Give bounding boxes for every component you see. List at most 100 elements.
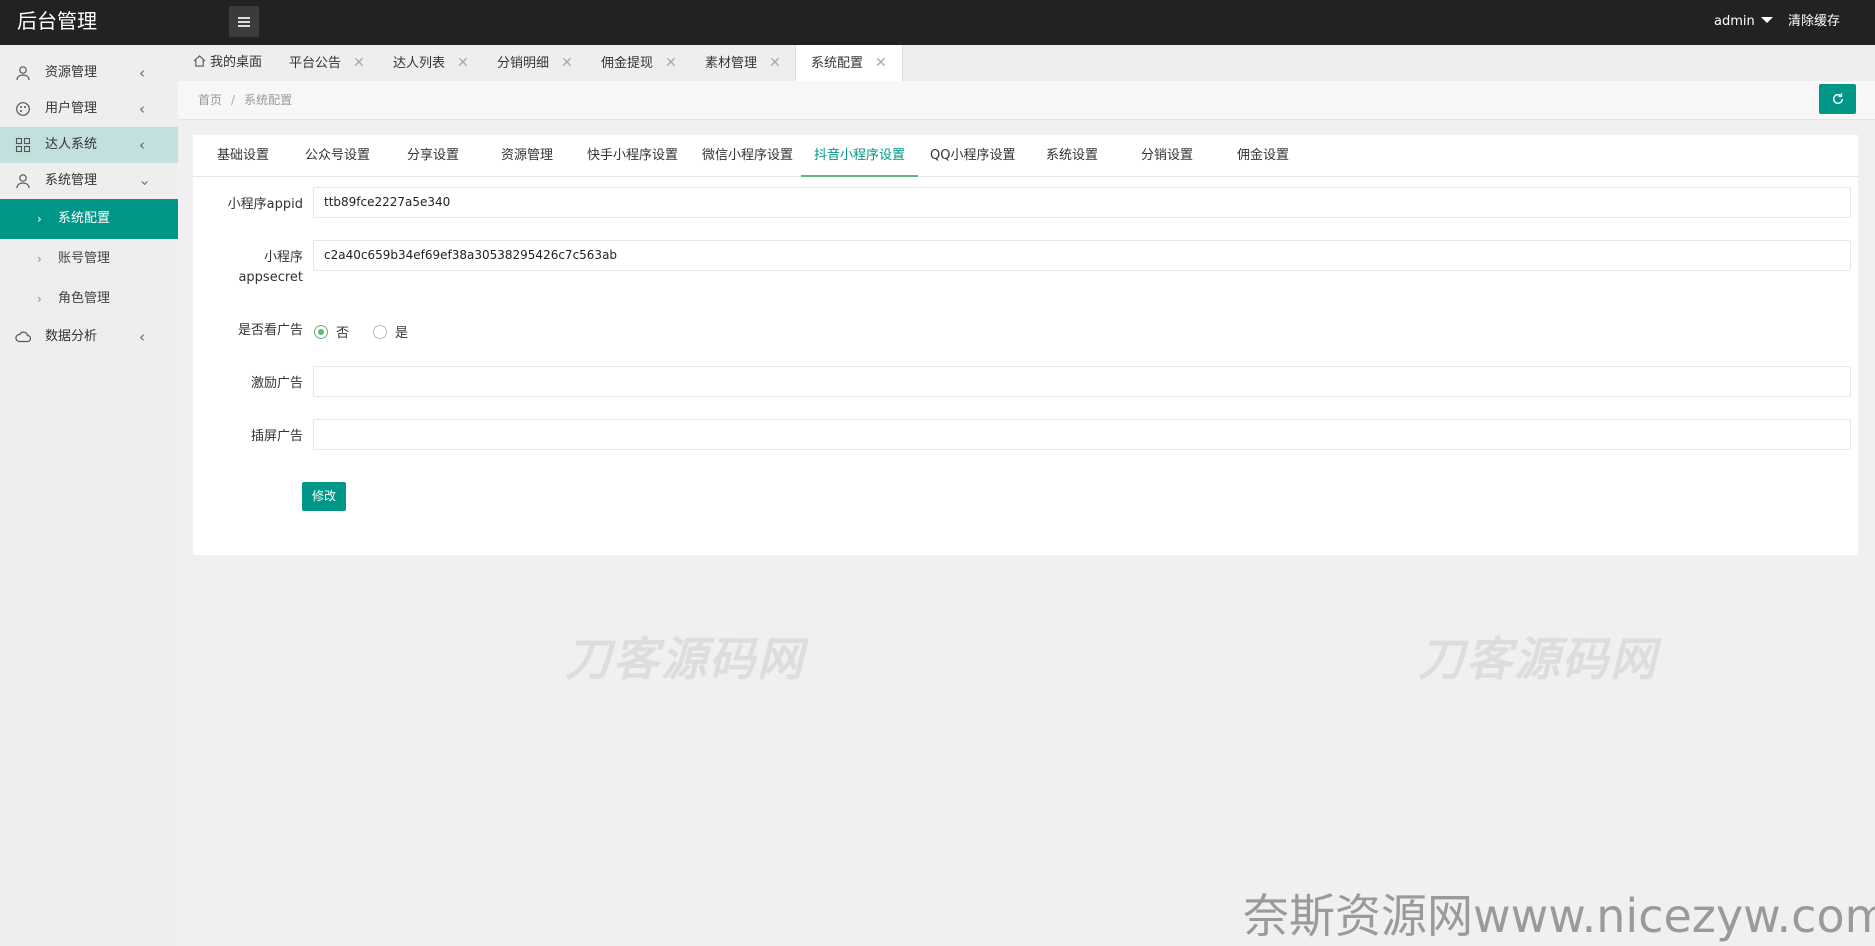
sidebar-item-label: 用户管理: [45, 101, 98, 116]
breadcrumb-current: 系统配置: [244, 93, 293, 107]
user-icon: [16, 174, 30, 189]
watermark: 刀客源码网: [1418, 632, 1658, 686]
appsecret-label: 小程序 appsecret: [193, 248, 303, 288]
chevron-left-icon: ‹: [139, 136, 145, 154]
clear-cache-link[interactable]: 清除缓存: [1788, 0, 1840, 43]
tab-label: 素材管理: [705, 56, 758, 71]
watch-ad-radio-no[interactable]: 否: [314, 324, 349, 344]
config-tab-resources[interactable]: 资源管理: [501, 135, 553, 177]
radio-label: 是: [395, 326, 409, 341]
chevron-left-icon: ‹: [139, 328, 145, 346]
breadcrumb-bar: 首页 / 系统配置: [178, 81, 1875, 120]
sidebar-subitem-accounts[interactable]: › 账号管理: [0, 239, 178, 279]
home-icon: [193, 55, 206, 67]
close-icon[interactable]: ✕: [457, 55, 469, 71]
appid-label: 小程序appid: [227, 197, 303, 212]
sidebar-subitem-label: 系统配置: [58, 211, 111, 226]
config-tab-system[interactable]: 系统设置: [1046, 135, 1098, 177]
chevron-down-icon: ‹: [135, 180, 153, 186]
chevron-left-icon: ‹: [139, 100, 145, 118]
sidebar-item-system[interactable]: 系统管理 ‹: [0, 163, 178, 199]
config-tab-wechat[interactable]: 微信小程序设置: [702, 135, 793, 177]
tab-label: 达人列表: [393, 56, 446, 71]
corner-watermark: 奈斯资源网www.nicezyw.com: [1243, 889, 1875, 943]
menu-toggle-icon[interactable]: [229, 6, 259, 37]
appid-input[interactable]: ttb89fce2227a5e340: [313, 187, 1851, 218]
refresh-button[interactable]: [1819, 84, 1856, 114]
sidebar-subitem-roles[interactable]: › 角色管理: [0, 279, 178, 319]
reward-ad-input[interactable]: [313, 366, 1851, 397]
sidebar-item-users[interactable]: 用户管理 ‹: [0, 91, 178, 127]
config-tab-distribution[interactable]: 分销设置: [1141, 135, 1193, 177]
tab-commission-withdrawal[interactable]: 佣金提现 ✕: [601, 45, 677, 81]
tab-announcements[interactable]: 平台公告 ✕: [289, 45, 365, 81]
appsecret-label-line2: appsecret: [238, 270, 303, 285]
user-menu[interactable]: admin: [1714, 0, 1773, 43]
config-tab-kuaishou[interactable]: 快手小程序设置: [587, 135, 678, 177]
breadcrumb-home[interactable]: 首页: [198, 93, 222, 107]
config-tab-basic[interactable]: 基础设置: [217, 135, 269, 177]
sidebar-item-label: 系统管理: [45, 173, 98, 188]
breadcrumb-separator: /: [231, 93, 236, 107]
tab-label: 我的桌面: [210, 55, 263, 70]
sidebar-subitem-system-config[interactable]: › 系统配置: [0, 199, 178, 239]
close-icon[interactable]: ✕: [665, 55, 677, 71]
reward-ad-label: 激励广告: [250, 376, 303, 391]
interstitial-ad-input[interactable]: [313, 419, 1851, 450]
cloud-icon: [15, 331, 31, 343]
tab-distribution-detail[interactable]: 分销明细 ✕: [497, 45, 573, 81]
sidebar-item-label: 达人系统: [45, 137, 98, 152]
appsecret-input[interactable]: c2a40c659b34ef69ef38a30538295426c7c563ab: [313, 240, 1851, 271]
user-name: admin: [1714, 14, 1755, 29]
caret-down-icon: [1760, 17, 1773, 23]
config-tab-commission[interactable]: 佣金设置: [1237, 135, 1289, 177]
radio-label: 否: [336, 326, 350, 341]
page-tabs: 我的桌面 平台公告 ✕ 达人列表 ✕ 分销明细 ✕ 佣金提现 ✕ 素材管理 ✕ 系统配置 ✕: [178, 45, 1875, 81]
close-icon[interactable]: ✕: [875, 55, 887, 71]
watch-ad-radio-yes[interactable]: 是: [373, 324, 408, 344]
interstitial-ad-label: 插屏广告: [250, 429, 303, 444]
config-tab-share[interactable]: 分享设置: [407, 135, 459, 177]
tab-materials[interactable]: 素材管理 ✕: [705, 45, 781, 81]
chevron-right-icon: ›: [37, 212, 42, 226]
breadcrumb: 首页 / 系统配置: [198, 81, 292, 119]
submit-button[interactable]: 修改: [302, 482, 346, 511]
tab-system-config[interactable]: 系统配置 ✕: [795, 45, 903, 81]
tab-label: 系统配置: [811, 56, 864, 71]
config-tab-douyin[interactable]: 抖音小程序设置: [801, 135, 919, 177]
grid-icon: [15, 137, 31, 153]
config-panel: 基础设置 公众号设置 分享设置 资源管理 快手小程序设置 微信小程序设置 抖音小…: [193, 135, 1858, 555]
watch-ad-label: 是否看广告: [237, 323, 303, 338]
tab-label: 佣金提现: [601, 56, 654, 71]
close-icon[interactable]: ✕: [353, 55, 365, 71]
config-tab-qq[interactable]: QQ小程序设置: [930, 135, 1015, 177]
sidebar-item-analytics[interactable]: 数据分析 ‹: [0, 319, 178, 355]
tab-label: 平台公告: [289, 56, 342, 71]
chevron-right-icon: ›: [37, 252, 42, 266]
config-tabs: 基础设置 公众号设置 分享设置 资源管理 快手小程序设置 微信小程序设置 抖音小…: [193, 135, 1858, 177]
chevron-right-icon: ›: [37, 292, 42, 306]
appsecret-label-line1: 小程序: [263, 250, 303, 265]
refresh-icon: [1832, 93, 1843, 105]
user-icon: [16, 66, 30, 81]
radio-checked-icon: [314, 325, 328, 339]
chevron-left-icon: ‹: [139, 64, 145, 82]
watermark: 刀客源码网: [565, 632, 805, 686]
radio-unchecked-icon: [373, 325, 387, 339]
tab-desktop[interactable]: 我的桌面: [193, 45, 262, 81]
close-icon[interactable]: ✕: [561, 55, 573, 71]
sidebar-item-influencers[interactable]: 达人系统 ‹: [0, 127, 178, 163]
sidebar: 资源管理 ‹ 用户管理 ‹ 达人系统 ‹ 系统管理 ‹ › 系统配置 › 账号管…: [0, 45, 178, 946]
sidebar-item-label: 数据分析: [45, 329, 98, 344]
sidebar-item-resources[interactable]: 资源管理 ‹: [0, 55, 178, 91]
tab-influencer-list[interactable]: 达人列表 ✕: [393, 45, 469, 81]
app-title: 后台管理: [17, 9, 97, 33]
config-tab-official-account[interactable]: 公众号设置: [305, 135, 370, 177]
sidebar-subitem-label: 账号管理: [58, 251, 111, 266]
top-bar: 后台管理 admin 清除缓存: [0, 0, 1875, 45]
close-icon[interactable]: ✕: [769, 55, 781, 71]
palette-icon: [16, 102, 30, 116]
sidebar-item-label: 资源管理: [45, 65, 98, 80]
tab-label: 分销明细: [497, 56, 550, 71]
sidebar-subitem-label: 角色管理: [58, 291, 111, 306]
